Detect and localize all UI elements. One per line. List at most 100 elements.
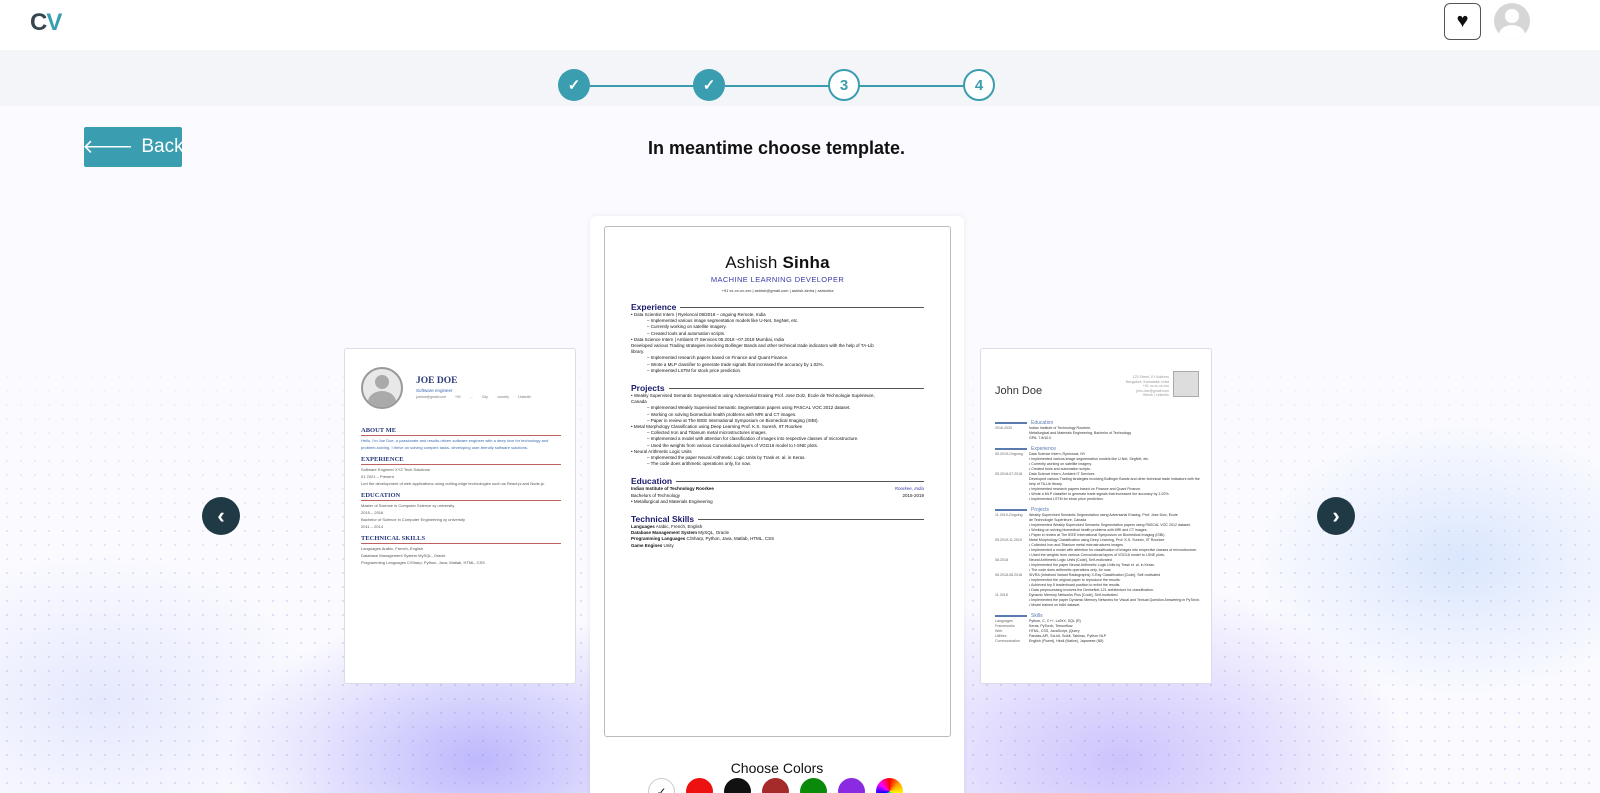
template-line-text: • Created tools and automation scripts. xyxy=(1029,467,1091,471)
color-swatch-red[interactable] xyxy=(686,778,713,793)
education-degree: Bachelors of Technology xyxy=(631,492,680,498)
template-line-text: • Achieved top 5 leaderboard position to… xyxy=(1029,583,1121,587)
template-line: Communication English (Fluent), Hindi (Na… xyxy=(995,639,1201,644)
template-line-text: • Paper in review at The IEEE Internatio… xyxy=(1029,533,1166,537)
resume-first-name: Ashish xyxy=(725,253,778,272)
carousel-prev-button[interactable]: ‹ xyxy=(202,497,240,535)
resume-contact: +91 xx-xx-xx-xxx | ashish@gmail.com | as… xyxy=(721,288,834,293)
template-line-text: Data Science Intern, Ryeloncal, NY xyxy=(1029,452,1086,456)
template-line-text: • Implemented research papers based on F… xyxy=(1029,487,1142,491)
template-card-selected[interactable]: Ashish Sinha MACHINE LEARNING DEVELOPER … xyxy=(590,216,964,793)
template-body: ABOUT ME Hello, I'm Joe Doe, a passionate… xyxy=(361,421,561,565)
template-line-text: Data Science Intern, Ambient IT Services xyxy=(1029,472,1095,476)
template-line-text: • Implemented various image segmentation… xyxy=(1029,457,1150,461)
template-line-text: Metal Morphology Classification using De… xyxy=(1029,538,1165,542)
skill-line: Game Engines Unity xyxy=(631,543,924,549)
template-line-text: • Implemented the original paper to repr… xyxy=(1029,578,1121,582)
back-button-label: Back xyxy=(141,136,184,157)
skill-value: Arabic, French, English xyxy=(655,524,703,530)
template-line: GPA: 7.8/10.0 xyxy=(995,436,1201,441)
template-line-text: • Wrote a MLP classifier to generate tra… xyxy=(1029,492,1170,496)
template-line: problem-solving. I thrive on solving com… xyxy=(361,445,528,450)
template-line-text: Keras, PyTorch, Tensorflow xyxy=(1029,624,1073,628)
skill-value: Unity xyxy=(663,542,674,548)
template-line-text: • Used the weights from various Convolut… xyxy=(1029,553,1165,557)
template-line-text: Developed various Trading strategies inv… xyxy=(1029,477,1200,481)
profile-photo-icon xyxy=(1173,371,1199,397)
template-line: • Model trained on bAbI dataset. xyxy=(995,603,1201,608)
skill-key: Programming Languages xyxy=(631,536,686,542)
template-section-title: EDUCATION xyxy=(361,492,561,501)
template-line-text: English (Fluent), Hindi (Native), Japane… xyxy=(1029,639,1104,643)
checkmark-icon: ✓ xyxy=(656,784,667,793)
section-experience: Experience xyxy=(631,302,924,312)
template-name: JOE DOE xyxy=(416,376,458,386)
resume-line: – Implemented LSTM for stock price predi… xyxy=(647,367,742,373)
logo-c: C xyxy=(30,9,47,36)
template-line-text: • Working on solving biomedical health p… xyxy=(1029,528,1148,532)
template-card-right[interactable]: John Doe 123 Street, XY Address Bangalore… xyxy=(980,348,1212,684)
color-swatch-purple[interactable] xyxy=(838,778,865,793)
template-line: 2015 – 2016 xyxy=(361,510,384,515)
template-line-text: Neural Arithmetic Logic Units [Code], Se… xyxy=(1029,558,1112,562)
user-avatar-icon[interactable] xyxy=(1494,3,1530,39)
favorites-button[interactable]: ♥ xyxy=(1444,3,1481,40)
section-skills: Technical Skills xyxy=(631,514,924,524)
chevron-right-icon: › xyxy=(1332,503,1340,528)
color-swatch-dark-red[interactable] xyxy=(762,778,789,793)
section-education: Education xyxy=(631,476,924,486)
profile-photo-icon xyxy=(361,367,403,409)
heart-icon: ♥ xyxy=(1456,10,1469,32)
skill-value: MySQL, Oracle xyxy=(698,530,730,536)
template-line: 01 2021 – Present xyxy=(361,474,394,479)
template-line-text: help of TA-Lib library. xyxy=(1029,482,1063,486)
template-line: Bachelor of Science in Computer Engineer… xyxy=(361,517,466,522)
skill-key: Languages xyxy=(631,524,655,530)
color-swatch-white[interactable]: ✓ xyxy=(648,778,675,793)
resume-name: Ashish Sinha xyxy=(631,253,924,273)
template-line: • Implemented LSTM for stock price predi… xyxy=(995,497,1201,502)
app-logo[interactable]: CV xyxy=(30,9,62,37)
resume-line: – The code does arithmetic operations on… xyxy=(647,461,751,467)
template-line-text: • Implemented LSTM for stock price predi… xyxy=(1029,497,1104,501)
education-dates: 2015-2019 xyxy=(902,492,924,498)
step-4: 4 xyxy=(963,69,995,101)
skills-list: Languages Arabic, French, English Databas… xyxy=(631,524,924,549)
color-swatch-rainbow[interactable] xyxy=(876,778,903,793)
template-line-text: HTML, CSS, JavaScript, jQuery xyxy=(1029,629,1080,633)
template-meta: joedoe@gmail.com +91 ... City, country L… xyxy=(416,395,532,399)
template-line-text: • The code does arithmetic operations on… xyxy=(1029,568,1112,572)
template-section-title: TECHNICAL SKILLS xyxy=(361,535,561,544)
template-line-text: • Collected Iron and Titanium metal micr… xyxy=(1029,543,1124,547)
education-major: • Metallurgical and Materials Engineerin… xyxy=(631,498,713,504)
color-swatch-green[interactable] xyxy=(800,778,827,793)
step-1: ✓ xyxy=(558,69,590,101)
template-address: 123 Street, XY Address Bangalore, Karnata… xyxy=(1109,375,1169,398)
choose-colors-label: Choose Colors xyxy=(730,760,824,776)
template-line: Master of Science in Computer Science xy… xyxy=(361,503,455,508)
color-swatch-black[interactable] xyxy=(724,778,751,793)
template-line-text: Pandas-API, Sci-kit, Scikit, Tableau, Py… xyxy=(1029,634,1107,638)
step-3: 3 xyxy=(828,69,860,101)
template-line-text: de Technologie Supérieure, Canada xyxy=(1029,518,1087,522)
template-section-title: ABOUT ME xyxy=(361,427,561,436)
template-line-text: • Model trained on bAbI dataset. xyxy=(1029,603,1081,607)
resume-preview: Ashish Sinha MACHINE LEARNING DEVELOPER … xyxy=(604,226,951,737)
template-line-text: • Implemented Weakly Supervised Semantic… xyxy=(1029,523,1191,527)
resume-role: MACHINE LEARNING DEVELOPER xyxy=(710,275,845,284)
template-section-title: EXPERIENCE xyxy=(361,456,561,465)
color-swatches: ✓ xyxy=(648,778,903,793)
stepper-band xyxy=(0,50,1600,106)
template-card-left[interactable]: JOE DOE Software engineer joedoe@gmail.c… xyxy=(344,348,576,684)
address-line: Github | LinkedIn xyxy=(1142,393,1169,397)
carousel-next-button[interactable]: › xyxy=(1317,497,1355,535)
template-line: Led the development of web applications … xyxy=(361,481,545,486)
template-body: Education 2016-2020 Indian Institute of Te… xyxy=(995,415,1201,644)
skill-value: C/Sharp, Python, Java, Matlab, HTML, CSS xyxy=(686,536,775,542)
template-line-date: Communication xyxy=(995,639,1020,643)
template-line: Software Engineer XYZ Tech Solutions xyxy=(361,467,430,472)
template-line-text: • Implemented the paper Dynamic Memory N… xyxy=(1029,598,1201,602)
back-button[interactable]: 🡐 Back xyxy=(82,127,184,167)
template-name: John Doe xyxy=(995,385,1043,397)
template-line-text: Indian Institute of Technology Roorkee, xyxy=(1029,426,1092,430)
